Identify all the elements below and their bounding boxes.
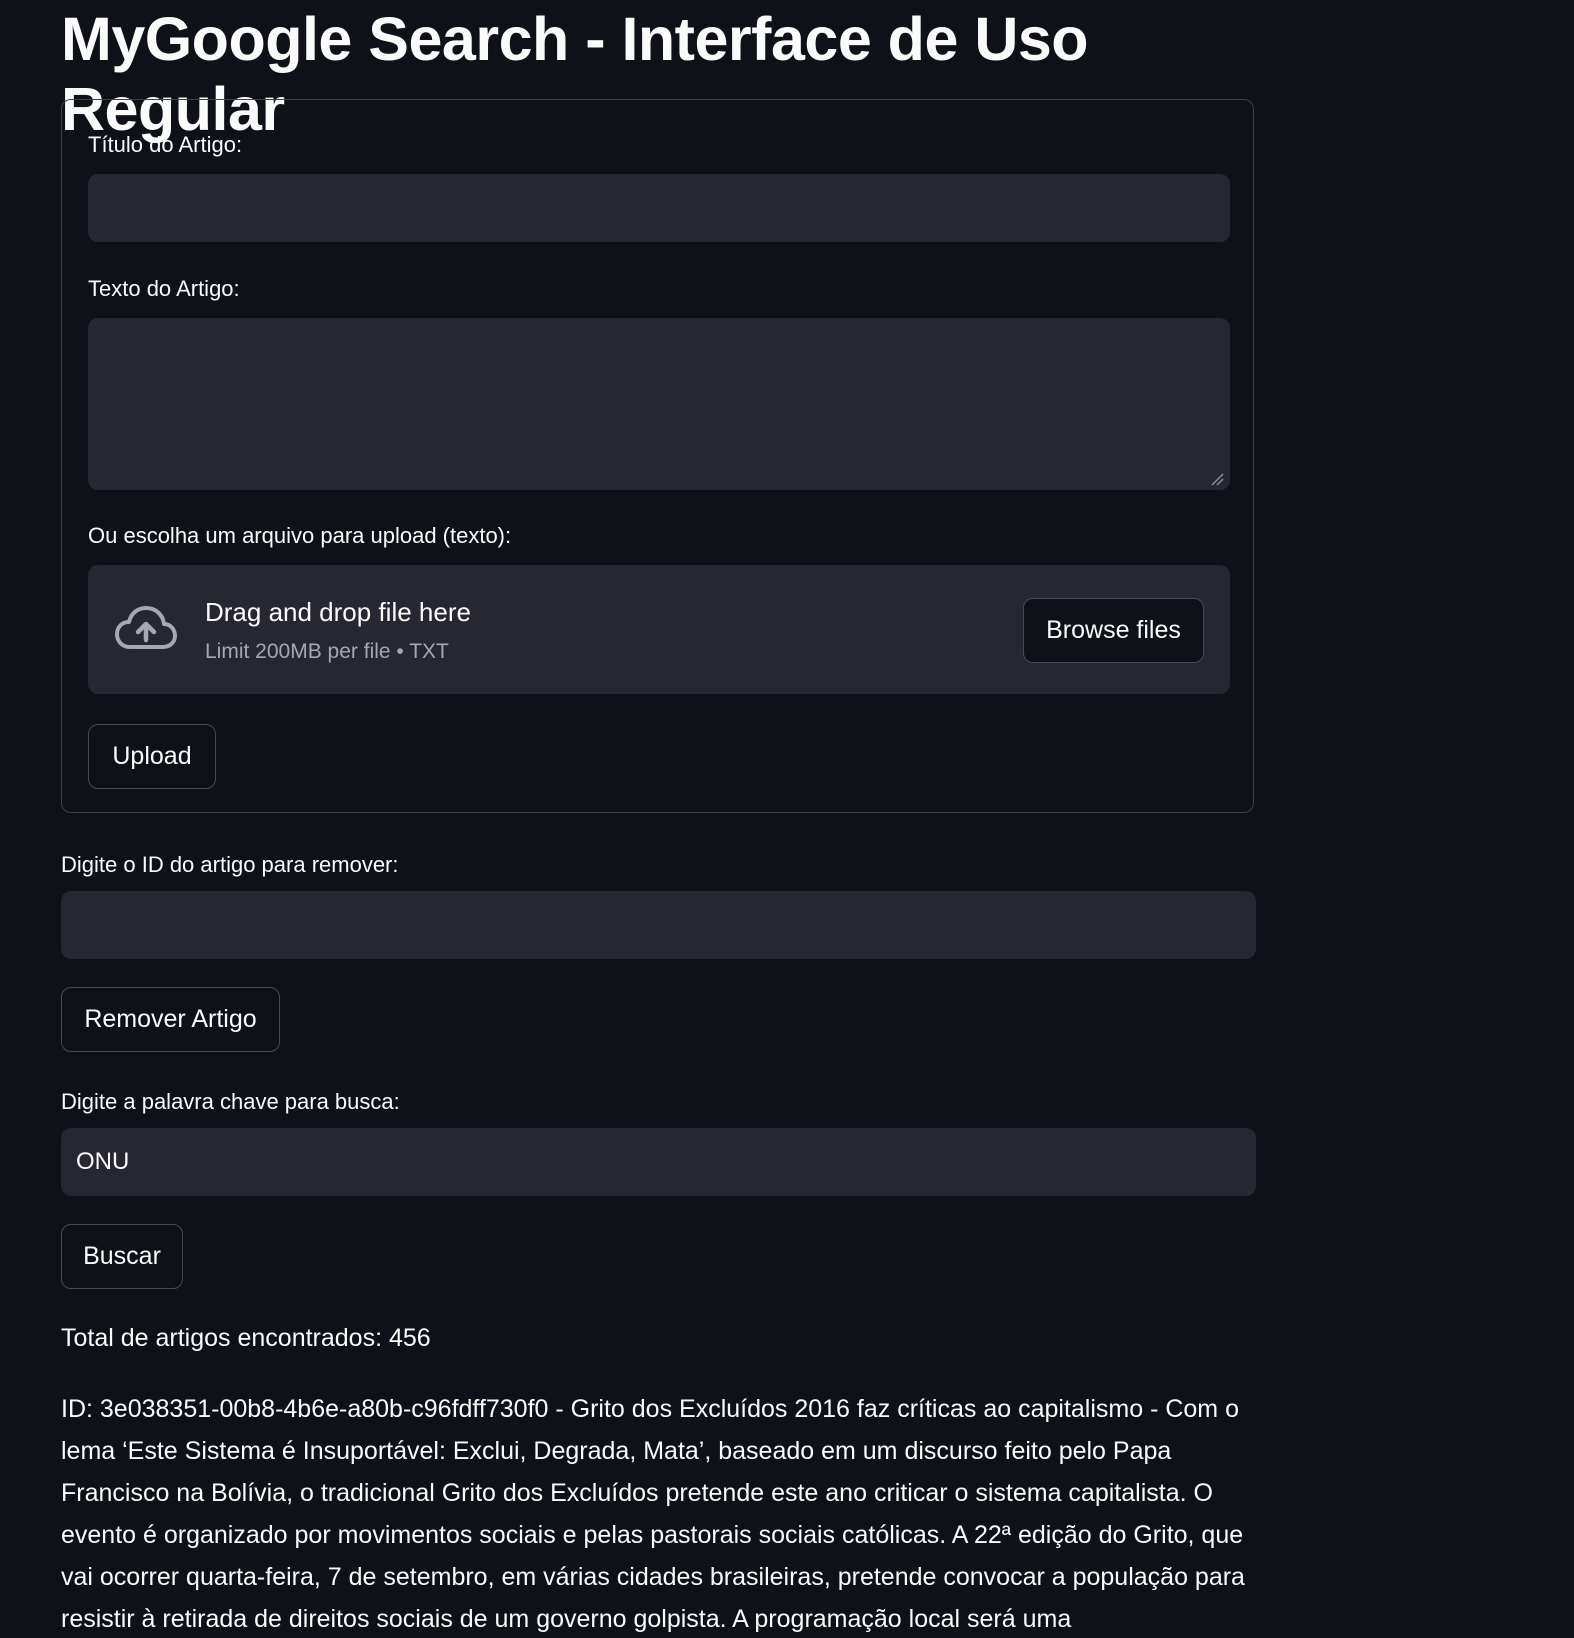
- file-upload-label: Ou escolha um arquivo para upload (texto…: [88, 523, 512, 548]
- dropzone-limit-text: Limit 200MB per file • TXT: [205, 640, 449, 663]
- result-item: ID: 3e038351-00b8-4b6e-a80b-c96fdff730f0…: [61, 1395, 1245, 1633]
- article-text-label: Texto do Artigo:: [88, 276, 240, 301]
- dropzone-instructions: Drag and drop file here: [205, 597, 471, 627]
- upload-form: Título do Artigo: Texto do Artigo: Ou es…: [61, 99, 1254, 813]
- article-text-area[interactable]: [88, 318, 1230, 490]
- file-dropzone[interactable]: Drag and drop file here Limit 200MB per …: [88, 565, 1230, 694]
- search-keyword-label: Digite a palavra chave para busca:: [61, 1089, 400, 1114]
- article-title-input[interactable]: [88, 174, 1230, 242]
- article-text-wrapper: [88, 318, 1230, 490]
- main-content: MyGoogle Search - Interface de Uso Regul…: [61, 0, 1256, 1633]
- search-button[interactable]: Buscar: [61, 1224, 183, 1289]
- article-title-label: Título do Artigo:: [88, 132, 243, 157]
- upload-button[interactable]: Upload: [88, 724, 216, 789]
- browse-files-button[interactable]: Browse files: [1023, 598, 1204, 663]
- remove-id-label: Digite o ID do artigo para remover:: [61, 852, 399, 877]
- search-keyword-input[interactable]: [61, 1128, 1256, 1196]
- page-title: MyGoogle Search - Interface de Uso Regul…: [61, 5, 1089, 143]
- remove-id-input[interactable]: [61, 891, 1256, 959]
- results-count: Total de artigos encontrados: 456: [61, 1324, 431, 1352]
- resize-handle-icon[interactable]: [1210, 472, 1224, 486]
- cloud-upload-icon: [115, 606, 177, 649]
- app-page: MyGoogle Search - Interface de Uso Regul…: [0, 0, 1574, 1638]
- remove-article-button[interactable]: Remover Artigo: [61, 987, 280, 1052]
